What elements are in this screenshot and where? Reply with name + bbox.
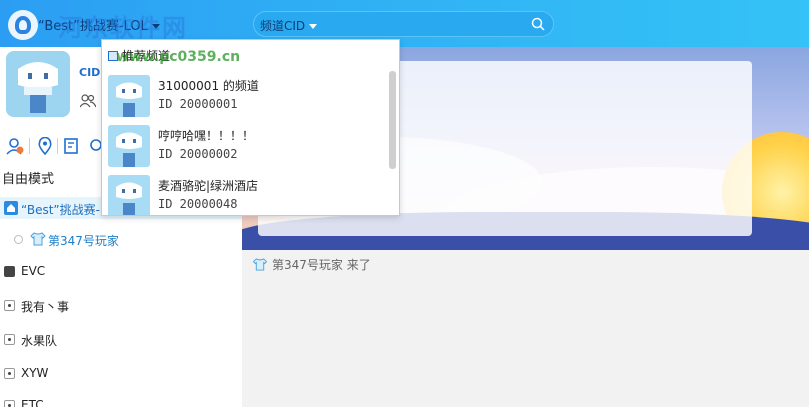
user-name: 第347号玩家: [48, 234, 119, 248]
app-logo-icon: [8, 10, 38, 40]
channel-name: 麦酒骆驼|绿洲酒店: [158, 179, 259, 193]
status-dot: [14, 235, 23, 244]
channel-dot-icon: [4, 334, 15, 345]
channel-avatar[interactable]: [6, 51, 70, 117]
shirt-icon: [252, 258, 268, 271]
channel-name: 哼哼哈嘿！！！！: [158, 129, 255, 143]
add-user-icon[interactable]: [6, 137, 24, 155]
lock-icon: [4, 266, 15, 277]
channel-dot-icon: [4, 300, 15, 311]
notes-icon[interactable]: [63, 137, 81, 155]
mascot-icon: [108, 175, 150, 215]
join-message-text: 第347号玩家 来了: [272, 258, 371, 272]
mascot-icon: [108, 125, 150, 167]
search-type-label: 频道CID: [260, 19, 306, 33]
shirt-icon: [30, 232, 46, 246]
dropdown-scrollbar[interactable]: [389, 71, 396, 169]
channel-avatar: [108, 175, 150, 215]
watermark-url: www.pc0359.cn: [116, 49, 241, 65]
chevron-down-icon: [309, 24, 318, 29]
mascot-icon: [6, 51, 70, 117]
channel-search-box[interactable]: 频道CID: [253, 11, 554, 37]
dropdown-channel-item[interactable]: 31000001 的频道 ID 20000001: [108, 73, 384, 119]
subchannel-label: XYW: [21, 366, 49, 380]
dropdown-channel-item[interactable]: 麦酒骆驼|绿洲酒店 ID 20000048: [108, 173, 384, 215]
dropdown-channel-item[interactable]: 哼哼哈嘿！！！！ ID 20000002: [108, 123, 384, 169]
subchannel-label: EVC: [21, 264, 46, 278]
subchannel-label: ETC: [21, 398, 44, 407]
channel-dot-icon: [4, 368, 15, 379]
search-type-select[interactable]: 频道CID: [260, 17, 318, 34]
mode-label: 自由模式: [2, 172, 55, 187]
channel-avatar: [108, 125, 150, 167]
location-icon[interactable]: [36, 137, 54, 155]
recommended-channels-dropdown: 推荐频道 31000001 的频道 ID 20000001 哼哼哈嘿！！！！ I…: [101, 39, 400, 216]
mascot-icon: [108, 75, 150, 117]
users-icon[interactable]: [80, 94, 96, 108]
watermark-text: 河东软件网: [58, 14, 188, 42]
subchannel-label: 我有丶事: [21, 300, 70, 314]
cid-badge: CID: [79, 66, 101, 79]
search-icon[interactable]: [531, 17, 545, 31]
join-message: 第347号玩家 来了: [252, 256, 371, 273]
channel-id: ID 20000002: [158, 147, 238, 161]
channel-dot-icon: [4, 400, 15, 407]
home-icon: [4, 201, 18, 215]
subchannel-label: 水果队: [21, 334, 58, 348]
channel-name: 31000001 的频道: [158, 79, 259, 93]
channel-avatar: [108, 75, 150, 117]
channel-id: ID 20000001: [158, 97, 238, 111]
channel-id: ID 20000048: [158, 197, 238, 211]
